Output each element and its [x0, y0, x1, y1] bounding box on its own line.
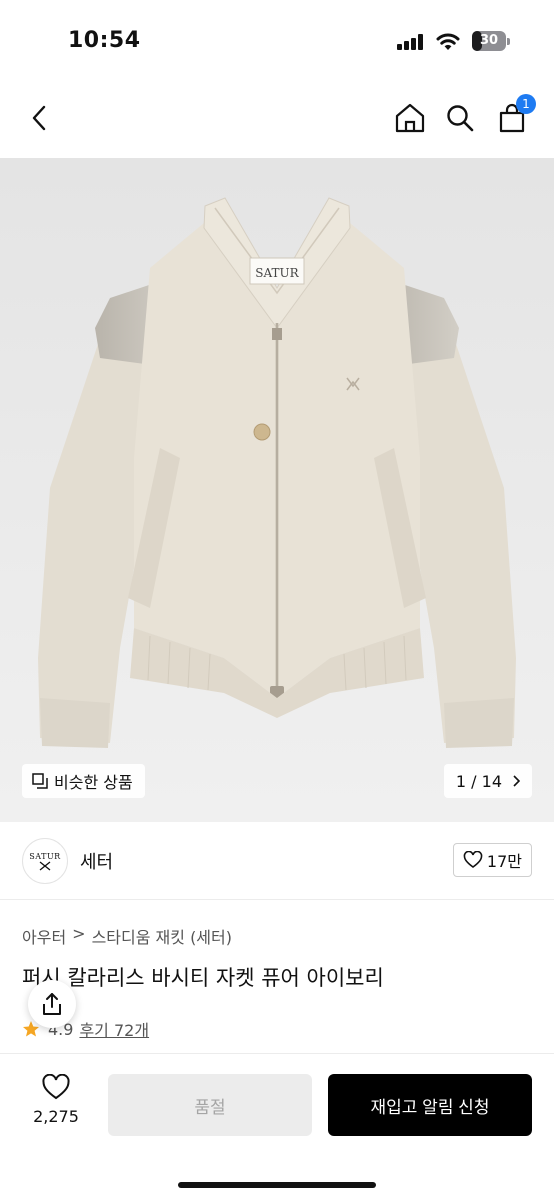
- similar-items-icon: [32, 773, 48, 789]
- product-image-carousel[interactable]: SATUR 비슷한 상품 1 / 14: [0, 158, 554, 822]
- wishlist-button[interactable]: 2,275: [22, 1074, 90, 1154]
- heart-icon: [463, 851, 483, 868]
- heart-icon: [42, 1074, 70, 1100]
- top-nav: 1: [0, 80, 554, 158]
- brand-logo[interactable]: SATUR: [22, 838, 68, 884]
- status-time: 10:54: [68, 28, 141, 53]
- product-title: 퍼시 칼라리스 바시티 자켓 퓨어 아이보리: [22, 966, 384, 990]
- share-button[interactable]: [28, 980, 76, 1028]
- brand-like-button[interactable]: 17만: [452, 843, 532, 877]
- breadcrumb-separator: >: [72, 924, 86, 943]
- home-indicator: [178, 1182, 376, 1188]
- sold-out-button: 품절: [108, 1074, 312, 1136]
- breadcrumb-item-stadium-jacket[interactable]: 스타디움 재킷 (세터): [92, 924, 232, 948]
- similar-products-button[interactable]: 비슷한 상품: [22, 764, 145, 798]
- brand-row: SATUR 세터 17만: [0, 822, 554, 900]
- jacket-label-text: SATUR: [255, 266, 299, 280]
- breadcrumb-item-outer[interactable]: 아우터: [22, 924, 66, 948]
- similar-products-label: 비슷한 상품: [54, 773, 133, 792]
- brand-logo-text: SATUR: [29, 851, 61, 861]
- bottom-action-bar: 2,275 품절 재입고 알림 신청: [0, 1053, 554, 1200]
- home-button[interactable]: [390, 98, 430, 138]
- wifi-icon: [436, 33, 460, 50]
- brand-like-count: 17만: [486, 852, 522, 871]
- wishlist-count: 2,275: [33, 1107, 79, 1126]
- status-bar: 10:54 30: [0, 0, 554, 80]
- cellular-signal-icon: [397, 34, 425, 50]
- back-icon: [32, 105, 46, 131]
- search-button[interactable]: [440, 98, 480, 138]
- chevron-right-icon: [513, 775, 520, 787]
- brand-name[interactable]: 세터: [80, 848, 113, 874]
- brand-emblem-icon: [39, 860, 51, 871]
- image-counter-text: 1 / 14: [455, 771, 502, 791]
- product-image: SATUR: [38, 197, 516, 748]
- restock-alert-button[interactable]: 재입고 알림 신청: [328, 1074, 532, 1136]
- search-icon: [447, 105, 474, 132]
- cart-count-badge: 1: [516, 94, 536, 114]
- battery-icon: 30: [472, 31, 510, 51]
- share-icon: [43, 993, 61, 1015]
- back-button[interactable]: [20, 98, 60, 138]
- home-icon: [395, 103, 425, 133]
- image-counter[interactable]: 1 / 14: [443, 764, 532, 798]
- battery-percent: 30: [479, 33, 499, 48]
- review-count-link[interactable]: 후기 72개: [79, 1017, 149, 1041]
- cart-button[interactable]: 1: [492, 94, 536, 138]
- breadcrumb: 아우터 > 스타디움 재킷 (세터): [22, 924, 232, 948]
